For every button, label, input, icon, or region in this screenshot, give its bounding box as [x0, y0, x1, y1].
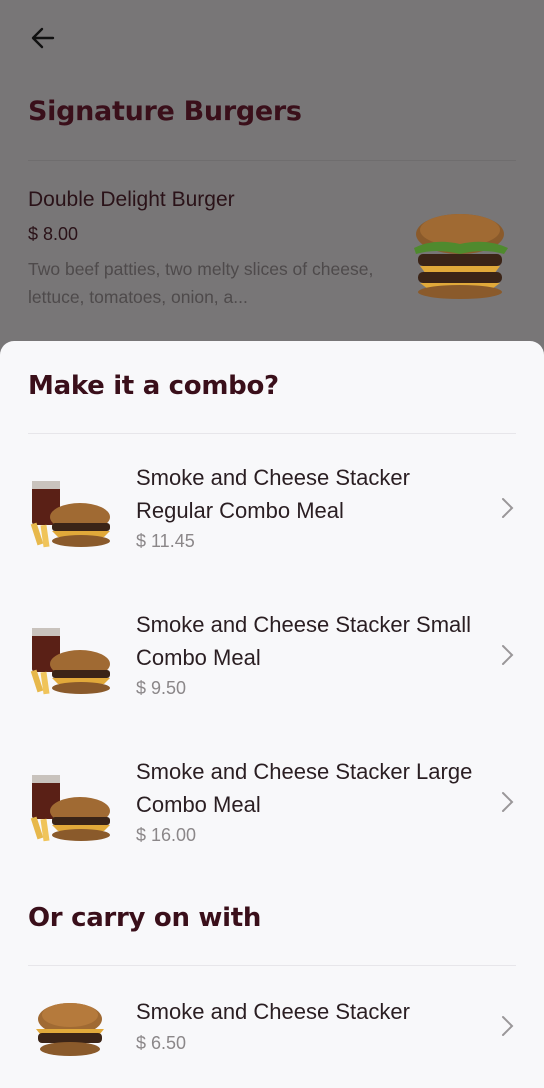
carry-on-section-title: Or carry on with [28, 903, 262, 933]
burger-price: $ 6.50 [136, 1033, 187, 1053]
single-burger-option[interactable]: Smoke and Cheese Stacker $ 6.50 [0, 995, 544, 1075]
burger-name: Smoke and Cheese Stacker [136, 999, 410, 1024]
combo-option-regular[interactable]: Smoke and Cheese Stacker Regular Combo M… [0, 461, 544, 591]
page-title: Signature Burgers [28, 96, 302, 127]
combo-option-small[interactable]: Smoke and Cheese Stacker Small Combo Mea… [0, 608, 544, 738]
combo-meal-image [26, 767, 116, 847]
chevron-right-icon [496, 789, 518, 815]
chevron-right-icon [496, 1013, 518, 1039]
combo-meal-image [26, 620, 116, 700]
combo-price: $ 9.50 [136, 678, 187, 698]
chevron-right-icon [496, 642, 518, 668]
double-burger-image [404, 204, 516, 300]
divider [28, 433, 516, 434]
combo-meal-image [26, 473, 116, 553]
burger-image [26, 999, 116, 1079]
arrow-left-icon [31, 27, 55, 49]
back-button[interactable] [26, 20, 62, 56]
item-name: Double Delight Burger [28, 188, 235, 211]
combo-name: Smoke and Cheese Stacker Large Combo Mea… [136, 759, 473, 817]
combo-price: $ 16.00 [136, 825, 197, 845]
combo-section-title: Make it a combo? [28, 371, 279, 401]
background-page: Signature Burgers Double Delight Burger … [0, 0, 544, 360]
combo-option-large[interactable]: Smoke and Cheese Stacker Large Combo Mea… [0, 755, 544, 885]
combo-name: Smoke and Cheese Stacker Small Combo Mea… [136, 612, 472, 670]
divider [28, 965, 516, 966]
item-description: Two beef patties, two melty slices of ch… [28, 259, 374, 307]
combo-price: $ 11.45 [136, 531, 195, 551]
chevron-right-icon [496, 495, 518, 521]
combo-name: Smoke and Cheese Stacker Regular Combo M… [136, 465, 410, 523]
divider [28, 160, 516, 161]
combo-bottom-sheet: Make it a combo? Smoke and Cheese Stacke… [0, 341, 544, 1088]
item-price: $ 8.00 [28, 224, 79, 244]
